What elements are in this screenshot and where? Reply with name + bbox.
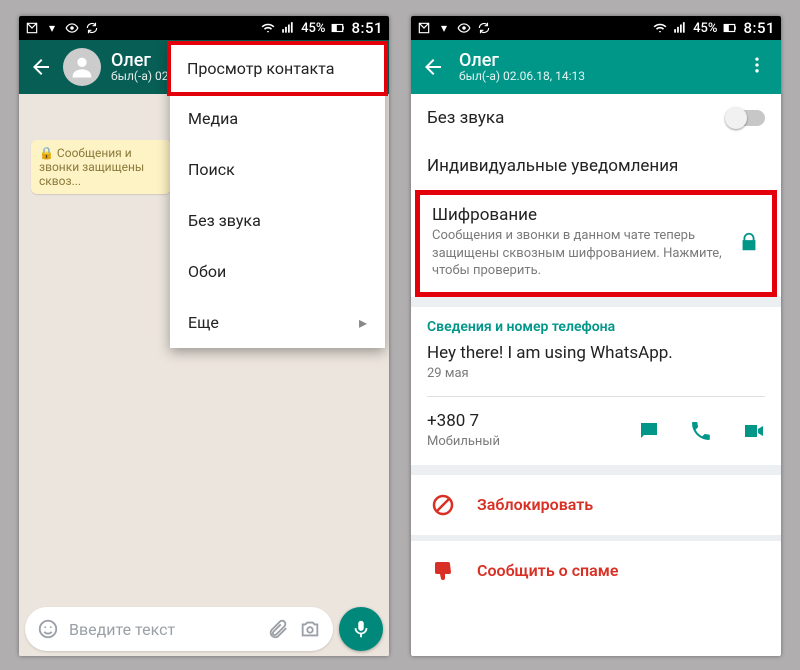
call-icon[interactable] [689,419,713,443]
settings-section: Без звука Индивидуальные уведомления [411,94,781,190]
clock-time: 8:51 [351,19,383,37]
mail-icon [417,21,431,35]
eye-icon [65,21,79,35]
info-section-label: Сведения и номер телефона [411,307,781,339]
signal-icon [673,21,687,35]
block-label: Заблокировать [477,495,593,514]
menu-more[interactable]: Еще ▸ [170,297,385,348]
section-divider [411,465,781,475]
custom-notif-label: Индивидуальные уведомления [427,156,678,176]
status-bar: ▾ 45% 8:51 [19,16,389,40]
block-row[interactable]: Заблокировать [411,475,781,535]
contact-app-bar: Олег был(-а) 02.06.18, 14:13 [411,40,781,94]
back-icon[interactable] [421,55,445,79]
download-icon: ▾ [45,21,59,35]
menu-label: Обои [188,262,226,281]
section-divider [411,297,781,307]
block-icon [431,493,455,517]
mute-row[interactable]: Без звука [427,94,765,142]
encryption-body: Сообщения и звонки в данном чате теперь … [432,227,728,280]
report-label: Сообщить о спаме [477,561,618,580]
contact-name: Олег [459,51,737,71]
wifi-icon [261,21,275,35]
info-section: Hey there! I am using WhatsApp. 29 мая +… [411,339,781,465]
eye-icon [457,21,471,35]
mute-label: Без звука [427,108,504,128]
battery-icon [331,21,345,35]
status-date: 29 мая [427,365,469,383]
lock-icon [738,231,760,253]
phone-type: Мобильный [427,433,637,451]
camera-icon[interactable] [299,618,321,640]
message-input-row: Введите текст [19,602,389,656]
contact-title-block: Олег был(-а) 02.06.18, 14:13 [459,51,737,84]
thumbs-down-icon [431,559,455,583]
menu-label: Поиск [188,160,235,179]
status-text: Hey there! I am using WhatsApp. [427,343,673,363]
battery-icon [723,21,737,35]
menu-label: Просмотр контакта [187,59,334,78]
mail-icon [25,21,39,35]
phone-number: +380 7 [427,411,637,431]
mute-toggle[interactable] [727,110,765,126]
signal-icon [281,21,295,35]
phone-contact-info-screen: ▾ 45% 8:51 Олег б [411,16,781,656]
clock-time: 8:51 [743,19,775,37]
emoji-icon[interactable] [37,618,59,640]
download-icon: ▾ [437,21,451,35]
report-row[interactable]: Сообщить о спаме [411,541,781,601]
menu-media[interactable]: Медиа [170,93,385,144]
menu-label: Еще [188,313,219,332]
input-placeholder: Введите текст [69,620,257,639]
custom-notifications-row[interactable]: Индивидуальные уведомления [427,142,765,190]
encryption-row[interactable]: Шифрование Сообщения и звонки в данном ч… [415,190,777,297]
encryption-title: Шифрование [432,205,728,225]
last-seen: был(-а) 02.06.18, 14:13 [459,70,737,83]
status-row[interactable]: Hey there! I am using WhatsApp. 29 мая [427,339,765,397]
mic-button[interactable] [339,607,383,651]
menu-view-contact[interactable]: Просмотр контакта [167,41,388,96]
avatar[interactable] [63,48,101,86]
status-bar: ▾ 45% 8:51 [411,16,781,40]
menu-label: Медиа [188,109,238,128]
menu-search[interactable]: Поиск [170,144,385,195]
battery-percent: 45% [693,21,717,36]
battery-percent: 45% [301,21,325,36]
overflow-menu-icon[interactable] [747,55,771,79]
message-icon[interactable] [637,419,661,443]
phone-row[interactable]: +380 7 Мобильный [427,397,765,465]
wifi-icon [653,21,667,35]
menu-wallpaper[interactable]: Обои [170,246,385,297]
sync-icon [477,21,491,35]
video-icon[interactable] [741,419,765,443]
sync-icon [85,21,99,35]
chat-overflow-menu: Просмотр контакта Медиа Поиск Без звука … [170,44,385,348]
message-input[interactable]: Введите текст [25,607,333,651]
chevron-right-icon: ▸ [359,313,367,332]
attach-icon[interactable] [267,618,289,640]
phone-chat-screen: ▾ 45% 8:51 [19,16,389,656]
menu-label: Без звука [188,211,261,230]
encryption-banner: 🔒 Сообщения и звонки защищены сквоз... [31,140,171,194]
back-icon[interactable] [29,55,53,79]
menu-mute[interactable]: Без звука [170,195,385,246]
